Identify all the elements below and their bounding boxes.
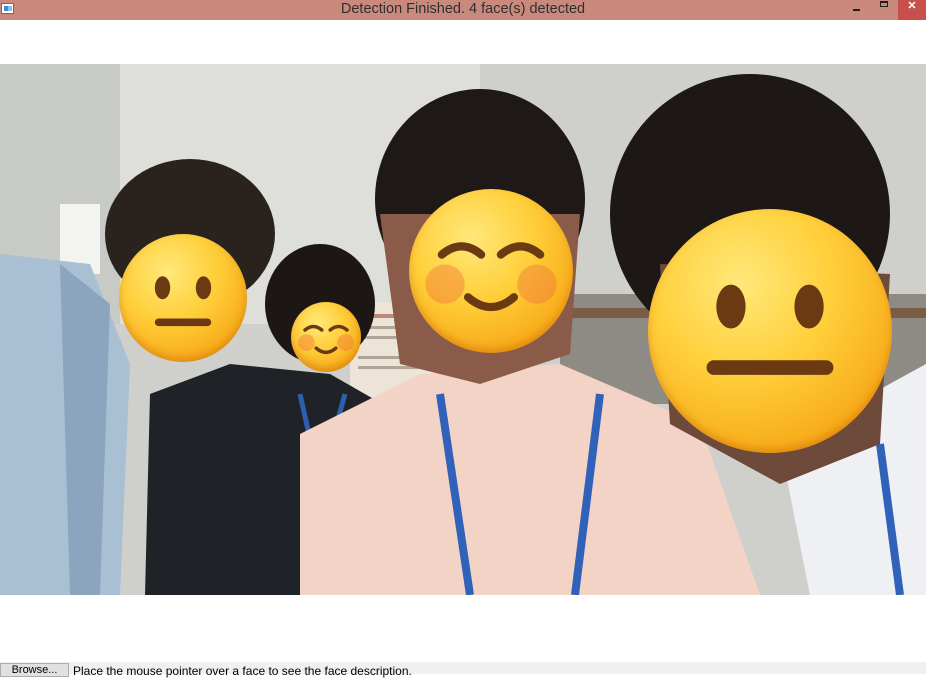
minimize-button[interactable] [842, 0, 870, 20]
window-title: Detection Finished. 4 face(s) detected [340, 1, 586, 17]
maximize-button[interactable] [870, 0, 898, 20]
neutral-face-emoji-4[interactable] [648, 209, 892, 453]
neutral-face-emoji-1[interactable] [119, 234, 247, 362]
neutral-face-icon [706, 284, 834, 375]
minimize-icon [853, 9, 860, 11]
browse-button[interactable]: Browse... [0, 663, 69, 677]
title-bar: Detection Finished. 4 face(s) detected ✕ [0, 0, 926, 20]
smiling-face-emoji-3[interactable] [409, 189, 573, 353]
smiling-face-icon [425, 242, 557, 312]
smiling-face-icon [298, 324, 354, 355]
detection-photo [0, 64, 926, 595]
status-text: Place the mouse pointer over a face to s… [73, 664, 412, 678]
smiling-face-emoji-2[interactable] [291, 302, 361, 372]
maximize-icon [880, 1, 888, 7]
neutral-face-icon [154, 276, 212, 327]
close-icon: ✕ [907, 0, 917, 12]
close-button[interactable]: ✕ [898, 0, 926, 20]
